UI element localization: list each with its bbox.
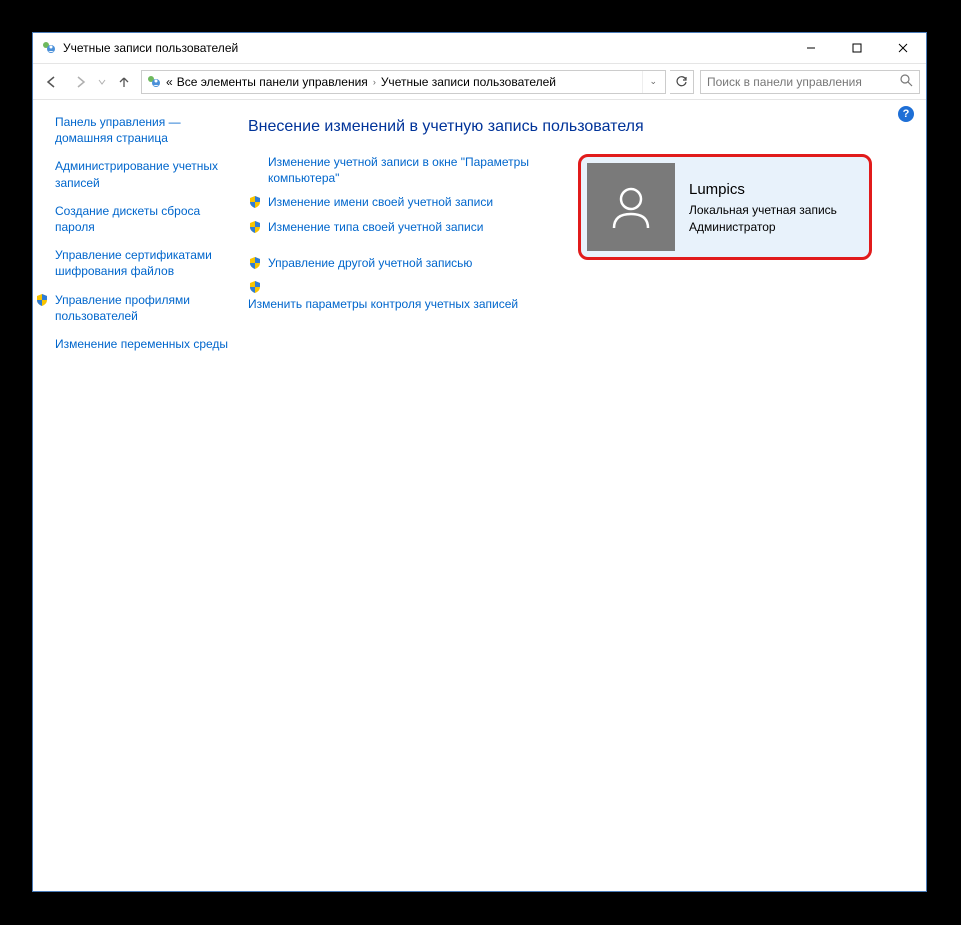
refresh-button[interactable] [670,70,694,94]
action-change-type[interactable]: Изменение типа своей учетной записи [248,219,548,235]
action-manage-other[interactable]: Управление другой учетной записью [248,255,548,271]
back-button[interactable] [39,69,65,95]
avatar [587,163,675,251]
user-role: Администратор [689,219,837,236]
action-label: Изменение типа своей учетной записи [268,219,483,235]
chevron-right-icon[interactable]: › [372,77,377,87]
window-body: ? Панель управления — домашняя страница … [33,100,926,891]
action-label: Изменение имени своей учетной записи [268,194,493,210]
action-label: Изменение учетной записи в окне "Парамет… [268,154,548,186]
sidebar-item-label: Создание дискеты сброса пароля [55,203,230,235]
maximize-button[interactable] [834,33,880,64]
sidebar-item-home[interactable]: Панель управления — домашняя страница [55,114,230,146]
sidebar: Панель управления — домашняя страница Ад… [33,100,238,891]
user-accounts-icon [146,74,162,90]
help-icon[interactable]: ? [898,106,914,122]
nav-toolbar: « Все элементы панели управления › Учетн… [33,64,926,100]
user-accounts-icon [41,40,57,56]
sidebar-item-label: Панель управления — домашняя страница [55,114,230,146]
search-input[interactable]: Поиск в панели управления [700,70,920,94]
action-label: Управление другой учетной записью [268,255,472,271]
shield-icon [248,195,262,209]
action-change-name[interactable]: Изменение имени своей учетной записи [248,194,548,210]
user-account-type: Локальная учетная запись [689,202,837,219]
sidebar-item-env[interactable]: Изменение переменных среды [55,336,230,352]
recent-dropdown[interactable] [95,69,109,95]
window-controls [788,33,926,64]
sidebar-item-label: Изменение переменных среды [55,336,228,352]
shield-icon [248,256,262,270]
current-user-card: Lumpics Локальная учетная запись Админис… [578,154,872,260]
titlebar: Учетные записи пользователей [33,33,926,64]
sidebar-item-profiles[interactable]: Управление профилями пользователей [55,292,230,324]
address-dropdown[interactable]: ⌄ [642,71,663,93]
action-change-in-pc-settings[interactable]: Изменение учетной записи в окне "Парамет… [248,154,548,186]
action-uac-settings[interactable]: Изменить параметры контроля учетных запи… [248,279,548,312]
sidebar-item-password-disk[interactable]: Создание дискеты сброса пароля [55,203,230,235]
address-bar[interactable]: « Все элементы панели управления › Учетн… [141,70,666,94]
action-list: Изменение учетной записи в окне "Парамет… [248,154,548,332]
user-name: Lumpics [689,179,837,200]
user-info: Lumpics Локальная учетная запись Админис… [689,179,837,236]
search-placeholder: Поиск в панели управления [707,75,862,89]
sidebar-item-admin-accounts[interactable]: Администрирование учетных записей [55,158,230,190]
sidebar-item-label: Управление профилями пользователей [55,292,230,324]
window-title: Учетные записи пользователей [63,41,788,55]
sidebar-item-label: Управление сертификатами шифрования файл… [55,247,230,279]
control-panel-window: Учетные записи пользователей « Все элеме… [32,32,927,892]
search-icon [900,74,913,90]
page-heading: Внесение изменений в учетную запись поль… [248,118,902,136]
breadcrumb-prefix: « [166,75,173,89]
shield-icon [248,220,262,234]
shield-icon [35,293,49,307]
action-label: Изменить параметры контроля учетных запи… [248,296,518,312]
shield-icon [248,280,262,294]
main-content: Внесение изменений в учетную запись поль… [238,100,926,891]
forward-button[interactable] [67,69,93,95]
minimize-button[interactable] [788,33,834,64]
breadcrumb-item[interactable]: Все элементы панели управления [177,75,368,89]
sidebar-item-label: Администрирование учетных записей [55,158,230,190]
sidebar-item-certs[interactable]: Управление сертификатами шифрования файл… [55,247,230,279]
up-button[interactable] [111,69,137,95]
close-button[interactable] [880,33,926,64]
breadcrumb-item[interactable]: Учетные записи пользователей [381,75,556,89]
